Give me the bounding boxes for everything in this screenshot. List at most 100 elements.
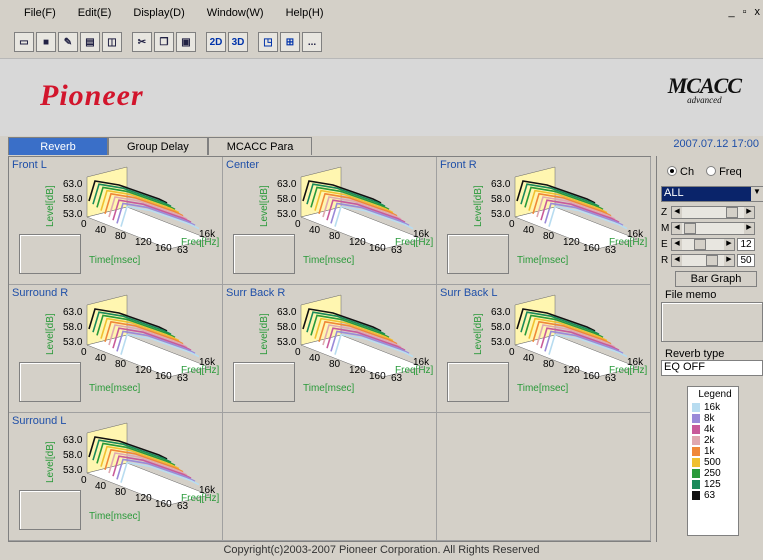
arrow-right-icon[interactable]: ▶	[744, 223, 754, 234]
tab-group-delay[interactable]: Group Delay	[108, 137, 208, 155]
menu-help[interactable]: Help(H)	[286, 7, 324, 19]
copy-icon[interactable]: ❐	[154, 32, 174, 52]
slider-z-thumb[interactable]	[726, 207, 738, 218]
slider-r-value[interactable]: 50	[737, 254, 755, 267]
arrow-left-icon[interactable]: ◀	[672, 239, 682, 250]
measurement-datetime: 2007.07.12 17:00	[673, 138, 759, 150]
y-tick: 58.0	[491, 322, 511, 333]
arrow-left-icon[interactable]: ◀	[672, 223, 682, 234]
z-axis-label: Freq[Hz]	[609, 365, 648, 376]
x-tick: 120	[135, 365, 152, 376]
menu-display[interactable]: Display(D)	[133, 7, 184, 19]
save-icon[interactable]: ■	[36, 32, 56, 52]
y-tick: 63.0	[63, 435, 83, 446]
x-tick: 120	[135, 237, 152, 248]
slider-z-track[interactable]: ◀ ▶	[671, 206, 755, 219]
channel-memo-box[interactable]	[19, 362, 81, 402]
legend-item: 125	[692, 479, 738, 490]
close-button[interactable]: x	[752, 6, 763, 18]
radio-freq-indicator[interactable]	[706, 166, 717, 176]
legend-label: 1k	[704, 446, 715, 457]
chevron-down-icon[interactable]: ▼	[751, 187, 763, 201]
graph-cell: Surr Back R Level[dB] 63.0 58.0 53.0 0 40 80 120…	[223, 285, 437, 413]
menu-file[interactable]: File(F)	[24, 7, 56, 19]
cut-icon[interactable]: ✂	[132, 32, 152, 52]
x-axis-label: Time[msec]	[517, 255, 569, 266]
slider-r-thumb[interactable]	[706, 255, 718, 266]
2d-button[interactable]: 2D	[206, 32, 226, 52]
channel-select[interactable]: ALL ▼	[661, 186, 763, 202]
channel-memo-box[interactable]	[447, 362, 509, 402]
open-folder-icon[interactable]: ▭	[14, 32, 34, 52]
legend-item: 8k	[692, 413, 738, 424]
legend-label: 2k	[704, 435, 715, 446]
slider-m-track[interactable]: ◀ ▶	[671, 222, 755, 235]
pen-icon[interactable]: ✎	[58, 32, 78, 52]
arrow-left-icon[interactable]: ◀	[672, 255, 682, 266]
graph-cell: Surr Back L Level[dB] 63.0 58.0 53.0 0 40 80 120…	[437, 285, 651, 413]
file-memo-label: File memo	[665, 289, 717, 301]
arrow-right-icon[interactable]: ▶	[724, 239, 734, 250]
3d-button[interactable]: 3D	[228, 32, 248, 52]
legend-swatch	[692, 480, 700, 489]
x-tick: 0	[295, 347, 301, 358]
reverb-type-label: Reverb type	[665, 348, 725, 360]
radio-ch-indicator[interactable]	[667, 166, 677, 176]
y-tick: 63.0	[277, 307, 297, 318]
file-memo-field[interactable]	[661, 302, 763, 342]
print-icon[interactable]: ▤	[80, 32, 100, 52]
legend-item: 63	[692, 490, 738, 501]
graph-cell: Front L Level[dB] 63.0 58.0 53.0 0 40 80 120 160 6…	[9, 157, 223, 285]
x-axis-label: Time[msec]	[303, 383, 355, 394]
legend-item: 1k	[692, 446, 738, 457]
minimize-button[interactable]: _	[725, 6, 737, 18]
slider-e-thumb[interactable]	[694, 239, 706, 250]
slider-m-thumb[interactable]	[684, 223, 696, 234]
tab-mcacc-para[interactable]: MCACC Para	[207, 137, 313, 155]
z-axis-label: Freq[Hz]	[181, 493, 220, 504]
z-axis-label: Freq[Hz]	[395, 237, 434, 248]
restore-button[interactable]: ▫	[740, 6, 750, 18]
channel-memo-box[interactable]	[19, 234, 81, 274]
window-controls: _ ▫ x	[725, 6, 763, 18]
cascade-windows-icon[interactable]: ◳	[258, 32, 278, 52]
x-tick: 0	[509, 219, 515, 230]
menu-edit[interactable]: Edit(E)	[78, 7, 112, 19]
y-tick: 63.0	[491, 179, 511, 190]
reverb-type-field[interactable]: EQ OFF	[661, 360, 763, 376]
slider-r-track[interactable]: ◀ ▶	[671, 254, 735, 267]
toolbar: ▭ ■ ✎ ▤ ◫ ✂ ❐ ▣ 2D 3D ◳ ⊞ ...	[0, 30, 763, 54]
x-tick: 120	[135, 493, 152, 504]
menu-window[interactable]: Window(W)	[207, 7, 264, 19]
graph-cell: Surround R Level[dB] 63.0 58.0 53.0 0 40 80 120 1…	[9, 285, 223, 413]
bar-graph-button[interactable]: Bar Graph	[675, 271, 757, 287]
x-tick: 80	[115, 359, 127, 370]
y-tick: 58.0	[491, 194, 511, 205]
legend-item: 4k	[692, 424, 738, 435]
slider-e-value[interactable]: 12	[737, 238, 755, 251]
radio-ch[interactable]: Ch	[667, 166, 694, 178]
x-tick: 160	[155, 371, 172, 382]
channel-memo-box[interactable]	[233, 234, 295, 274]
paste-icon[interactable]: ▣	[176, 32, 196, 52]
print-preview-icon[interactable]: ◫	[102, 32, 122, 52]
channel-memo-box[interactable]	[19, 490, 81, 530]
arrow-right-icon[interactable]: ▶	[744, 207, 754, 218]
radio-freq[interactable]: Freq	[706, 166, 742, 178]
slider-z-label: Z	[661, 207, 668, 218]
x-tick: 40	[309, 353, 321, 364]
arrow-left-icon[interactable]: ◀	[672, 207, 682, 218]
tile-windows-icon[interactable]: ⊞	[280, 32, 300, 52]
channel-memo-box[interactable]	[233, 362, 295, 402]
graph-cell: Center Level[dB] 63.0 58.0 53.0 0 40 80 120 160 63…	[223, 157, 437, 285]
x-tick: 0	[81, 475, 87, 486]
more-button[interactable]: ...	[302, 32, 322, 52]
radio-ch-label: Ch	[680, 166, 695, 178]
y-axis-label: Level[dB]	[45, 313, 56, 355]
x-tick: 120	[563, 237, 580, 248]
channel-memo-box[interactable]	[447, 234, 509, 274]
slider-e-track[interactable]: ◀ ▶	[671, 238, 735, 251]
arrow-right-icon[interactable]: ▶	[724, 255, 734, 266]
tab-reverb[interactable]: Reverb	[8, 137, 108, 155]
x-tick: 160	[155, 243, 172, 254]
